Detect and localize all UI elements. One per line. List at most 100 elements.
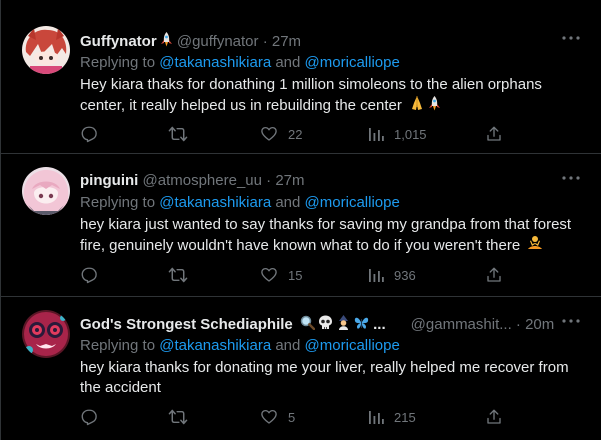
tweet[interactable]: Guffynator @guffynator · 27m Replying to… — [1, 0, 601, 154]
mention-link[interactable]: @moricalliope — [305, 54, 400, 71]
butterfly-icon — [354, 315, 369, 335]
display-name[interactable]: pinguini — [80, 172, 138, 189]
timestamp[interactable]: 27m — [275, 172, 304, 189]
mention-link[interactable]: @moricalliope — [305, 337, 400, 354]
reply-button[interactable] — [80, 124, 108, 144]
user-handle[interactable]: @guffynator — [177, 33, 259, 50]
avatar-image — [22, 310, 70, 358]
retweet-icon — [168, 266, 188, 284]
share-icon — [485, 266, 503, 284]
timestamp[interactable]: 20m — [525, 316, 554, 333]
views-icon — [368, 409, 384, 425]
tweet[interactable]: pinguini @atmosphere_uu · 27m Replying t… — [1, 154, 601, 297]
display-name[interactable]: God's Strongest Schediaphile — [80, 316, 293, 333]
views-icon — [368, 126, 384, 142]
avatar-image — [22, 167, 70, 215]
share-button[interactable] — [485, 124, 503, 144]
separator-dot: · — [515, 315, 521, 333]
tweet-feed: Guffynator @guffynator · 27m Replying to… — [0, 0, 601, 440]
more-options-icon[interactable] — [560, 30, 582, 48]
replying-to: Replying to @takanashikiara and @morical… — [80, 53, 400, 72]
name-ellipsis: ... — [373, 315, 386, 333]
replying-to-label: Replying to — [80, 337, 156, 354]
timestamp[interactable]: 27m — [272, 33, 301, 50]
rocket-icon — [160, 32, 173, 52]
like-count: 22 — [288, 126, 303, 142]
like-button[interactable]: 22 — [260, 124, 302, 144]
tweet-text-line: hey kiara thanks for donating me your li… — [80, 359, 569, 376]
avatar-image — [22, 26, 70, 74]
heart-icon — [260, 408, 278, 426]
share-button[interactable] — [485, 407, 503, 427]
replying-and: and — [275, 337, 301, 354]
separator-dot: · — [262, 32, 268, 50]
like-count: 5 — [288, 409, 296, 425]
replying-to: Replying to @takanashikiara and @morical… — [80, 193, 400, 212]
separator-dot: · — [266, 172, 272, 189]
rocket-icon — [428, 95, 441, 117]
mention-link[interactable]: @takanashikiara — [159, 194, 271, 211]
replying-and: and — [275, 54, 301, 71]
avatar[interactable] — [22, 167, 70, 215]
user-handle[interactable]: @gammashit... — [411, 316, 512, 333]
more-options-icon[interactable] — [560, 170, 582, 188]
mention-link[interactable]: @moricalliope — [305, 194, 400, 211]
tweet-actions: 5 215 — [80, 407, 520, 427]
like-button[interactable]: 5 — [260, 407, 295, 427]
magnifying-glass-icon — [300, 315, 316, 335]
person-in-lotus-position-icon — [527, 235, 543, 257]
tweet-actions: 22 1,015 — [80, 124, 520, 144]
views-button[interactable]: 936 — [368, 265, 416, 285]
replying-and: and — [275, 194, 301, 211]
tweet-text: hey kiara thanks for donating me your li… — [80, 358, 585, 398]
views-button[interactable]: 1,015 — [368, 124, 427, 144]
view-count: 936 — [394, 267, 416, 283]
mention-link[interactable]: @takanashikiara — [159, 54, 271, 71]
tweet[interactable]: God's Strongest Schediaphile ... @gammas… — [1, 297, 601, 440]
heart-icon — [260, 125, 278, 143]
retweet-icon — [168, 125, 188, 143]
tweet-header: pinguini @atmosphere_uu · 27m — [80, 172, 305, 190]
tweet-text-content: Hey kiara thaks for donathing 1 million … — [80, 76, 542, 114]
tweet-header: Guffynator @guffynator · 27m — [80, 32, 301, 50]
tweet-text-line: the accident — [80, 379, 161, 396]
tweet-text-line: fire, genuinely wouldn't have known what… — [80, 236, 521, 254]
tweet-header: God's Strongest Schediaphile ... @gammas… — [80, 315, 554, 333]
retweet-button[interactable] — [168, 124, 198, 144]
share-icon — [485, 408, 503, 426]
mage-icon — [336, 315, 351, 335]
tweet-text-line-with-emoji: fire, genuinely wouldn't have known what… — [80, 235, 585, 257]
like-button[interactable]: 15 — [260, 265, 302, 285]
more-options-icon[interactable] — [560, 313, 582, 331]
views-icon — [368, 267, 384, 283]
reply-button[interactable] — [80, 265, 108, 285]
reply-button[interactable] — [80, 407, 108, 427]
retweet-button[interactable] — [168, 265, 198, 285]
avatar[interactable] — [22, 310, 70, 358]
view-count: 1,015 — [394, 126, 427, 142]
tweet-text-line: hey kiara just wanted to say thanks for … — [80, 216, 572, 233]
retweet-button[interactable] — [168, 407, 198, 427]
heart-icon — [260, 266, 278, 284]
replying-to: Replying to @takanashikiara and @morical… — [80, 336, 400, 355]
tweet-actions: 15 936 — [80, 265, 520, 285]
tweet-text: hey kiara just wanted to say thanks for … — [80, 215, 585, 257]
reply-icon — [80, 125, 98, 143]
replying-to-label: Replying to — [80, 194, 156, 211]
reply-icon — [80, 408, 98, 426]
tweet-text: Hey kiara thaks for donathing 1 million … — [80, 75, 585, 117]
avatar[interactable] — [22, 26, 70, 74]
like-count: 15 — [288, 267, 303, 283]
mention-link[interactable]: @takanashikiara — [159, 337, 271, 354]
reply-icon — [80, 266, 98, 284]
share-button[interactable] — [485, 265, 503, 285]
views-button[interactable]: 215 — [368, 407, 416, 427]
replying-to-label: Replying to — [80, 54, 156, 71]
user-handle[interactable]: @atmosphere_uu — [143, 172, 262, 189]
display-name[interactable]: Guffynator — [80, 33, 157, 50]
skull-icon — [318, 315, 333, 335]
view-count: 215 — [394, 409, 416, 425]
share-icon — [485, 125, 503, 143]
retweet-icon — [168, 408, 188, 426]
folded-hands-icon — [409, 95, 425, 117]
